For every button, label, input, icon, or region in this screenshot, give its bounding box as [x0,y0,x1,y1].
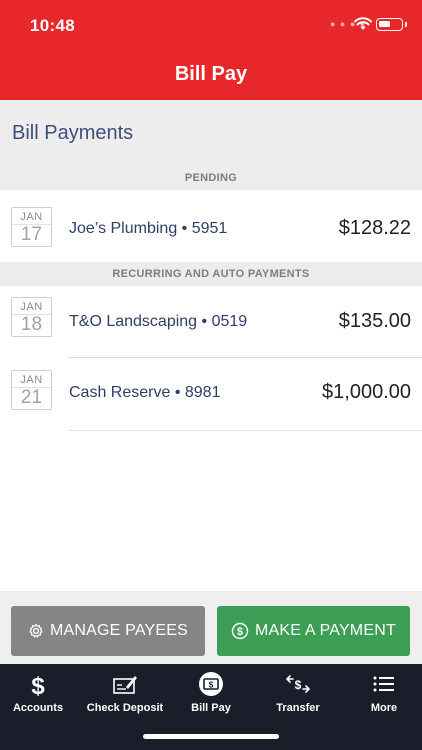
tab-label: Accounts [12,702,64,714]
payee-name: Cash Reserve • 8981 [69,384,221,401]
payee-name: T&O Landscaping • 0519 [69,313,248,330]
tab-more[interactable]: More [342,664,422,724]
payment-amount: $128.22 [338,217,411,239]
home-indicator[interactable] [143,734,279,739]
bill-pay-icon: $ [169,670,253,700]
payment-amount: $135.00 [338,310,411,332]
svg-text:$: $ [237,626,243,638]
payment-row[interactable]: JAN 21 Cash Reserve • 8981 $1,000.00 [0,358,422,431]
status-bar: 10:48 ● ● ● ● [0,0,422,50]
manage-payees-label: MANAGE PAYEES [49,622,189,639]
payment-row[interactable]: JAN 18 T&O Landscaping • 0519 $135.00 [0,286,422,358]
dollar-circle-icon: $ [231,622,249,640]
manage-payees-button[interactable]: MANAGE PAYEES [11,606,205,656]
tab-label: Bill Pay [191,702,231,714]
gear-icon [28,623,44,639]
payment-amount: $1,000.00 [322,381,411,403]
date-day: 21 [12,387,51,408]
dollar-icon: $ [0,670,80,700]
date-month: JAN [20,211,43,223]
group-header-recurring: RECURRING AND AUTO PAYMENTS [0,262,422,286]
date-month: JAN [20,301,43,313]
tab-label: Transfer [276,702,320,714]
date-day: 17 [12,224,51,245]
group-header-pending: PENDING [0,166,422,190]
svg-text:$: $ [295,678,302,692]
date-badge: JAN 17 [11,207,52,247]
svg-text:$: $ [209,681,214,690]
list-icon [342,670,422,700]
tab-check-deposit[interactable]: Check Deposit [83,664,167,724]
wifi-icon [354,17,372,36]
date-day: 18 [12,314,51,335]
action-bar: MANAGE PAYEES $ MAKE A PAYMENT [0,591,422,664]
status-time: 10:48 [30,16,75,35]
check-deposit-icon [83,670,167,700]
list-empty-area [0,431,422,591]
page-title: Bill Pay [174,63,248,85]
date-badge: JAN 21 [11,370,57,415]
date-month: JAN [20,374,43,386]
date-badge: JAN 18 [11,297,57,342]
transfer-icon: $ [256,670,340,700]
nav-bar: Bill Pay [0,50,422,100]
section-title: Bill Payments [12,122,134,144]
tab-label: More [370,702,398,714]
make-payment-label: MAKE A PAYMENT [255,622,396,639]
tab-label: Check Deposit [86,702,164,714]
section-header: Bill Payments [0,100,422,166]
tab-accounts[interactable]: $ Accounts [0,664,80,724]
payment-row[interactable]: JAN 17 Joe’s Plumbing • 5951 $128.22 [0,190,422,264]
payee-name: Joe’s Plumbing • 5951 [69,220,228,237]
tab-bill-pay[interactable]: $ Bill Pay [169,664,253,724]
tab-transfer[interactable]: $ Transfer [256,664,340,724]
make-payment-button[interactable]: $ MAKE A PAYMENT [217,606,410,656]
battery-icon [376,18,407,31]
svg-text:$: $ [31,673,45,698]
